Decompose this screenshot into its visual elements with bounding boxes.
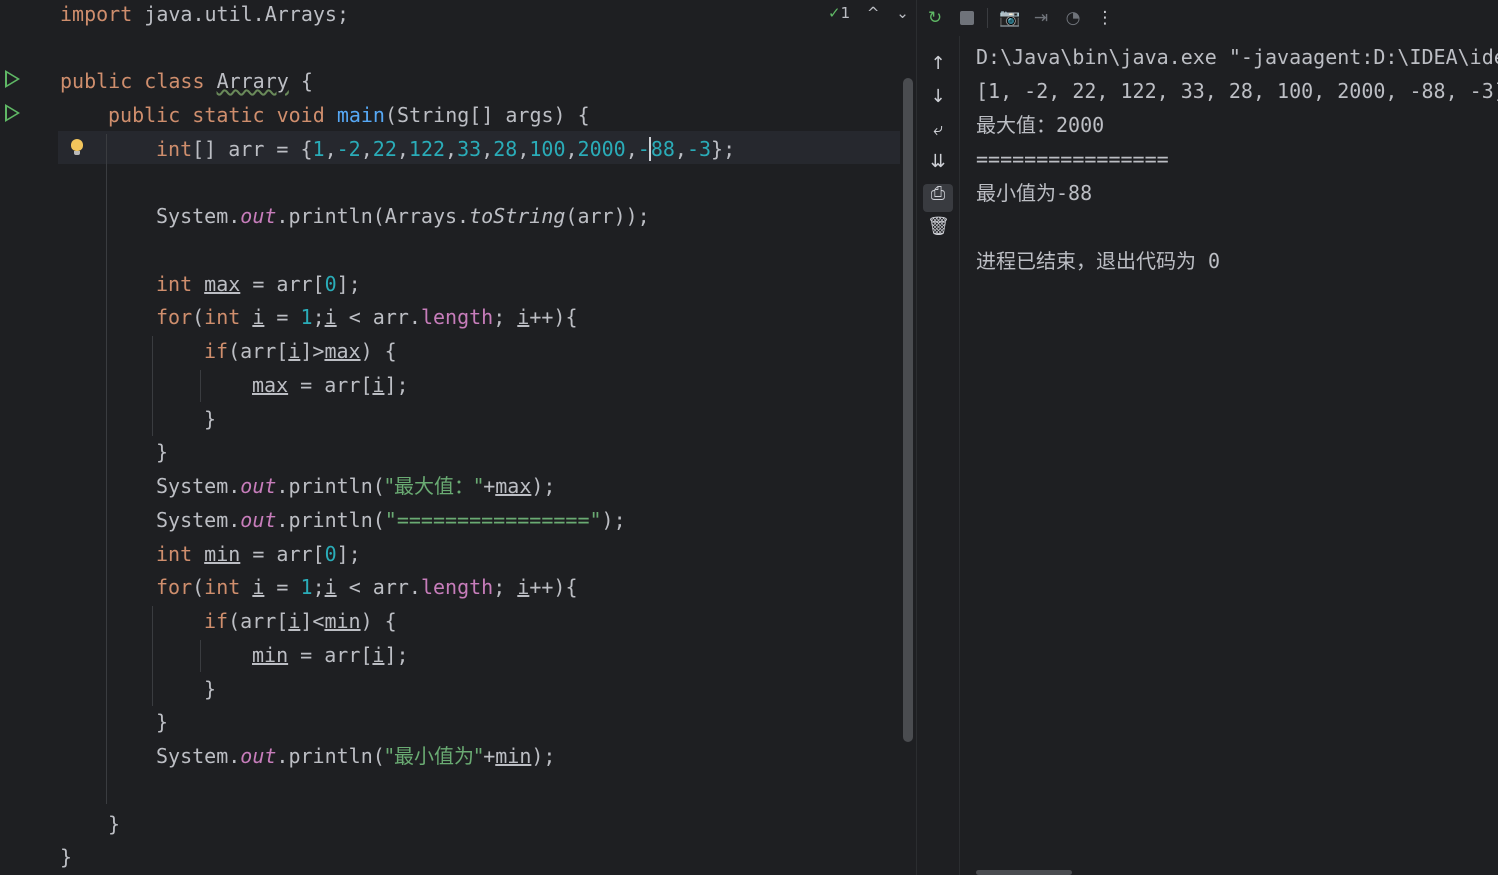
trash-icon[interactable]: 🗑 bbox=[927, 215, 950, 239]
run-toolbar: ↻ 📷 ⇥ ◔ ⋮ bbox=[917, 0, 1498, 36]
code-line-5: int[] arr = {1,-2,22,122,33,28,100,2000,… bbox=[156, 137, 736, 161]
code-editor[interactable]: ✓1 ^ ⌄ import java.util.Arrays; public c… bbox=[0, 0, 916, 875]
class-name: Arrary bbox=[216, 69, 289, 93]
code-line-18: for(int i = 1;i < arr.length; i++){ bbox=[156, 575, 578, 599]
code-line-20: min = arr[i]; bbox=[252, 643, 409, 667]
stop-icon[interactable] bbox=[957, 8, 977, 28]
inspection-widget[interactable]: ✓1 ^ ⌄ bbox=[828, 2, 909, 24]
indent-guide bbox=[152, 606, 153, 706]
code-line-22: } bbox=[156, 710, 169, 734]
code-line-19: if(arr[i]<min) { bbox=[204, 609, 397, 633]
next-highlight-icon[interactable]: ⌄ bbox=[896, 4, 909, 22]
code-line-15: System.out.println("最大值："+max); bbox=[156, 474, 556, 498]
code-line-13: } bbox=[204, 407, 217, 431]
run-class-icon[interactable] bbox=[5, 70, 20, 88]
toolbar-separator bbox=[987, 8, 988, 28]
code-line-9: int max = arr[0]; bbox=[156, 272, 361, 296]
camera-icon[interactable]: 📷 bbox=[999, 8, 1020, 28]
console-line: 最大值：2000 bbox=[976, 113, 1105, 137]
editor-gutter bbox=[0, 0, 58, 875]
code-line-3: public class Arrary { bbox=[60, 69, 313, 93]
console-side-toolbar: ↑ ↓ ⤶ ⇊ ⎙ 🗑 bbox=[917, 36, 960, 875]
intention-bulb-icon[interactable] bbox=[71, 139, 83, 155]
console-output[interactable]: D:\Java\bin\java.exe "-javaagent:D:\IDEA… bbox=[976, 40, 1498, 875]
console-horizontal-scrollbar[interactable] bbox=[976, 870, 1072, 875]
console-line: 进程已结束，退出代码为 0 bbox=[976, 249, 1221, 273]
text-cursor: 88 bbox=[648, 137, 675, 161]
soft-wrap-icon[interactable]: ⤶ bbox=[927, 118, 949, 142]
indent-guide bbox=[106, 134, 107, 804]
code-line-16: System.out.println("================"); bbox=[156, 508, 626, 532]
print-icon[interactable]: ⎙ bbox=[927, 182, 949, 206]
code-line-11: if(arr[i]>max) { bbox=[204, 339, 397, 363]
previous-highlight-icon[interactable]: ^ bbox=[867, 4, 880, 22]
arrow-up-icon[interactable]: ↑ bbox=[927, 52, 949, 76]
arrow-down-icon[interactable]: ↓ bbox=[927, 85, 949, 109]
more-options-icon[interactable]: ⋮ bbox=[1095, 8, 1115, 28]
indent-guide bbox=[152, 336, 153, 436]
console-line: D:\Java\bin\java.exe "-javaagent:D:\IDEA… bbox=[976, 45, 1498, 69]
code-line-1: import java.util.Arrays; bbox=[60, 2, 349, 26]
inspection-count: 1 bbox=[840, 4, 851, 22]
code-line-17: int min = arr[0]; bbox=[156, 542, 361, 566]
scroll-to-end-icon[interactable]: ⇊ bbox=[927, 150, 949, 174]
profiler-gauge-icon[interactable]: ◔ bbox=[1063, 8, 1083, 28]
console-line: ================ bbox=[976, 147, 1169, 171]
console-line: 最小值为-88 bbox=[976, 181, 1093, 205]
code-line-23: System.out.println("最小值为"+min); bbox=[156, 744, 556, 768]
rerun-icon[interactable]: ↻ bbox=[925, 8, 945, 28]
code-line-25: } bbox=[108, 812, 121, 836]
code-line-21: } bbox=[204, 677, 217, 701]
editor-vertical-scrollbar[interactable] bbox=[903, 78, 913, 742]
console-line: [1, -2, 22, 122, 33, 28, 100, 2000, -88,… bbox=[976, 79, 1498, 103]
code-line-7: System.out.println(Arrays.toString(arr))… bbox=[156, 204, 650, 228]
run-tool-window: ↻ 📷 ⇥ ◔ ⋮ ↑ ↓ ⤶ ⇊ ⎙ 🗑 D:\Java\bin\java.e… bbox=[916, 0, 1498, 875]
code-line-14: } bbox=[156, 440, 169, 464]
exit-icon[interactable]: ⇥ bbox=[1031, 8, 1051, 28]
indent-guide bbox=[200, 370, 201, 402]
code-line-4: public static void main(String[] args) { bbox=[108, 103, 590, 127]
code-line-10: for(int i = 1;i < arr.length; i++){ bbox=[156, 305, 578, 329]
code-line-26: } bbox=[60, 845, 73, 869]
indent-guide bbox=[200, 640, 201, 672]
code-line-12: max = arr[i]; bbox=[252, 373, 409, 397]
run-main-icon[interactable] bbox=[5, 104, 20, 122]
inspection-check-icon: ✓ bbox=[828, 4, 841, 22]
